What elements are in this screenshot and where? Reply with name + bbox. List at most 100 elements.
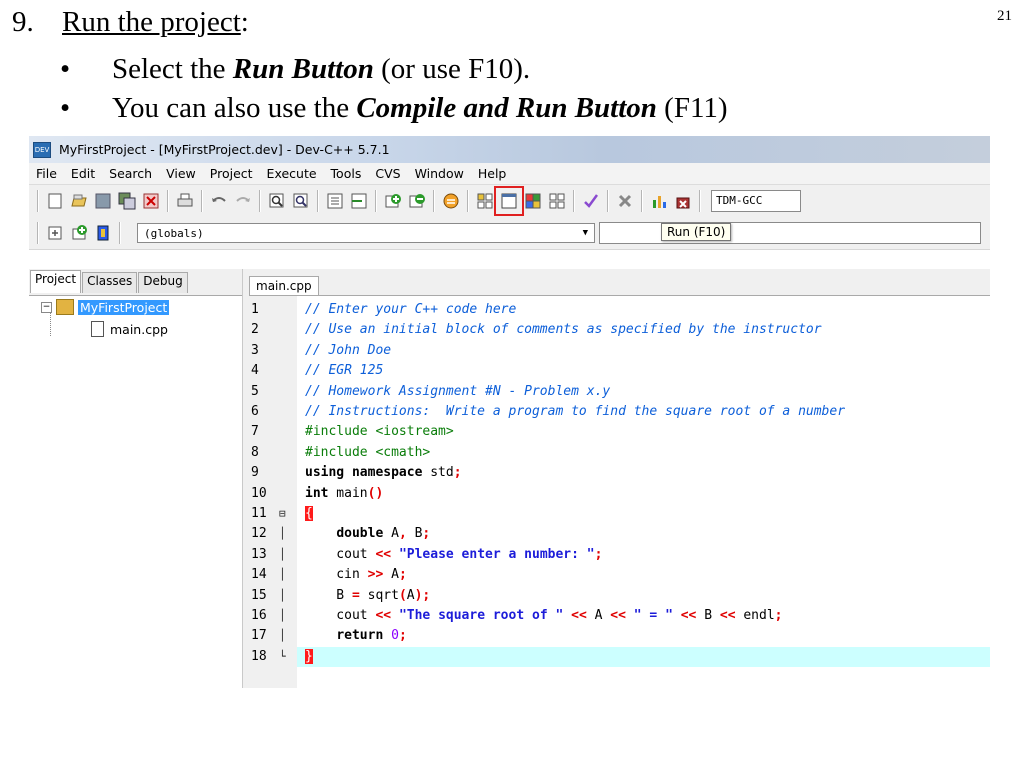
toolbar-separator	[699, 190, 701, 212]
toolbar-separator	[119, 222, 121, 244]
workspace: Project Classes Debug − MyFirstProject m…	[29, 269, 990, 688]
code-line[interactable]: 12 │ double A, B;	[249, 524, 990, 544]
code-line[interactable]: 14 │ cin >> A;	[249, 565, 990, 585]
run-icon[interactable]	[494, 186, 524, 216]
code-line[interactable]: 5 // Homework Assignment #N - Problem x.y	[249, 382, 990, 402]
compile-and-run-icon[interactable]	[523, 191, 543, 211]
step-heading: 9. Run the project:	[12, 6, 249, 39]
menu-view[interactable]: View	[159, 166, 203, 181]
open-file-icon[interactable]	[69, 191, 89, 211]
menu-project[interactable]: Project	[203, 166, 260, 181]
save-icon[interactable]	[93, 191, 113, 211]
code-text: // John Doe	[305, 342, 392, 358]
bullet-emphasis: Compile and Run Button	[356, 92, 657, 124]
code-line[interactable]: 11 ⊟ {	[249, 504, 990, 524]
window-title: MyFirstProject - [MyFirstProject.dev] - …	[59, 142, 390, 157]
code-text: }	[305, 648, 313, 664]
code-line[interactable]: 4 // EGR 125	[249, 361, 990, 381]
toolbar-separator	[37, 222, 39, 244]
fold-guide: │	[279, 588, 286, 602]
menu-bar: File Edit Search View Project Execute To…	[29, 163, 990, 185]
menu-window[interactable]: Window	[408, 166, 471, 181]
tab-main-cpp[interactable]: main.cpp	[249, 276, 319, 295]
fold-guide: │	[279, 629, 286, 643]
insert-icon[interactable]	[45, 223, 65, 243]
code-line[interactable]: 1 // Enter your C++ code here	[249, 300, 990, 320]
tree-item-file[interactable]: main.cpp	[91, 321, 168, 337]
tree-item-project[interactable]: − MyFirstProject	[41, 299, 170, 315]
remove-from-project-icon[interactable]	[407, 191, 427, 211]
toolbar-separator	[375, 190, 377, 212]
code-line[interactable]: 6 // Instructions: Write a program to fin…	[249, 402, 990, 422]
line-number: 10	[251, 485, 267, 501]
fold-guide: │	[279, 609, 286, 622]
fold-toggle-icon[interactable]: ⊟	[279, 504, 291, 524]
indent-icon[interactable]	[325, 191, 345, 211]
tab-classes[interactable]: Classes	[82, 272, 138, 293]
print-icon[interactable]	[175, 191, 195, 211]
editor-pane: main.cpp 1 // Enter your C++ code here 2 //…	[243, 269, 990, 688]
code-line[interactable]: 18 └}	[249, 647, 990, 667]
code-text: double A, B;	[336, 526, 431, 542]
redo-icon[interactable]	[233, 191, 253, 211]
undo-icon[interactable]	[209, 191, 229, 211]
code-line[interactable]: 16 │ cout << "The square root of " << A <…	[249, 606, 990, 626]
find-icon[interactable]	[267, 191, 287, 211]
replace-icon[interactable]	[291, 191, 311, 211]
delete-profile-icon[interactable]	[673, 191, 693, 211]
save-all-icon[interactable]	[117, 191, 137, 211]
tab-debug[interactable]: Debug	[138, 272, 188, 293]
code-line[interactable]: 9 using namespace std;	[249, 463, 990, 483]
bullet-text: (F11)	[656, 92, 728, 124]
compile-icon[interactable]	[475, 191, 495, 211]
add-to-project-icon[interactable]	[383, 191, 403, 211]
add-class-icon[interactable]	[69, 223, 89, 243]
toolbar-separator	[259, 190, 261, 212]
code-line[interactable]: 15 │ B = sqrt(A);	[249, 586, 990, 606]
compiler-select[interactable]: TDM-GCC	[711, 190, 801, 212]
collapse-icon[interactable]: −	[41, 301, 52, 313]
code-line[interactable]: 17 │ return 0;	[249, 626, 990, 646]
dropdown-arrow-icon: ▼	[582, 228, 588, 238]
project-options-icon[interactable]	[441, 191, 461, 211]
title-bar: DEV MyFirstProject - [MyFirstProject.dev…	[29, 136, 990, 163]
class-toolbar: (globals) ▼ Run (F10)	[29, 217, 990, 250]
stop-execution-icon[interactable]	[615, 191, 635, 211]
line-number: 16	[251, 608, 267, 623]
run-tooltip: Run (F10)	[661, 223, 732, 241]
profile-chart-icon[interactable]	[649, 191, 669, 211]
project-pane-tabs: Project Classes Debug	[29, 269, 242, 293]
code-line[interactable]: 2 // Use an initial block of comments as …	[249, 320, 990, 340]
menu-tools[interactable]: Tools	[324, 166, 369, 181]
menu-execute[interactable]: Execute	[260, 166, 324, 181]
bookmark-icon[interactable]	[93, 223, 113, 243]
line-number: 3	[251, 342, 259, 358]
menu-help[interactable]: Help	[471, 166, 514, 181]
menu-cvs[interactable]: CVS	[368, 166, 407, 181]
code-line[interactable]: 13 │ cout << "Please enter a number: ";	[249, 545, 990, 565]
code-text: // Use an initial block of comments as s…	[305, 322, 822, 338]
code-text: B = sqrt(A);	[305, 587, 431, 603]
new-file-icon[interactable]	[45, 191, 65, 211]
code-text: // Homework Assignment #N - Problem x.y	[305, 383, 611, 399]
toolbar-separator	[467, 190, 469, 212]
syntax-check-icon[interactable]	[581, 191, 601, 211]
menu-edit[interactable]: Edit	[64, 166, 102, 181]
code-line[interactable]: 8 #include <cmath>	[249, 443, 990, 463]
menu-file[interactable]: File	[29, 166, 64, 181]
code-text: cout << "The square root of " << A << " …	[305, 608, 783, 623]
goto-line-icon[interactable]	[349, 191, 369, 211]
tab-project[interactable]: Project	[30, 270, 82, 293]
code-editor[interactable]: 1 // Enter your C++ code here 2 // Use an i…	[249, 295, 990, 688]
code-line[interactable]: 7 #include <iostream>	[249, 422, 990, 442]
code-text: // Instructions: Write a program to find…	[305, 404, 846, 419]
rebuild-all-icon[interactable]	[547, 191, 567, 211]
project-pane: Project Classes Debug − MyFirstProject m…	[29, 269, 243, 688]
code-line[interactable]: 10 int main()	[249, 484, 990, 504]
globals-dropdown[interactable]: (globals) ▼	[137, 223, 595, 243]
code-line[interactable]: 3 // John Doe	[249, 341, 990, 361]
devcpp-app-icon: DEV	[33, 141, 51, 158]
close-file-icon[interactable]	[141, 191, 161, 211]
members-dropdown[interactable]	[599, 222, 981, 244]
menu-search[interactable]: Search	[102, 166, 159, 181]
